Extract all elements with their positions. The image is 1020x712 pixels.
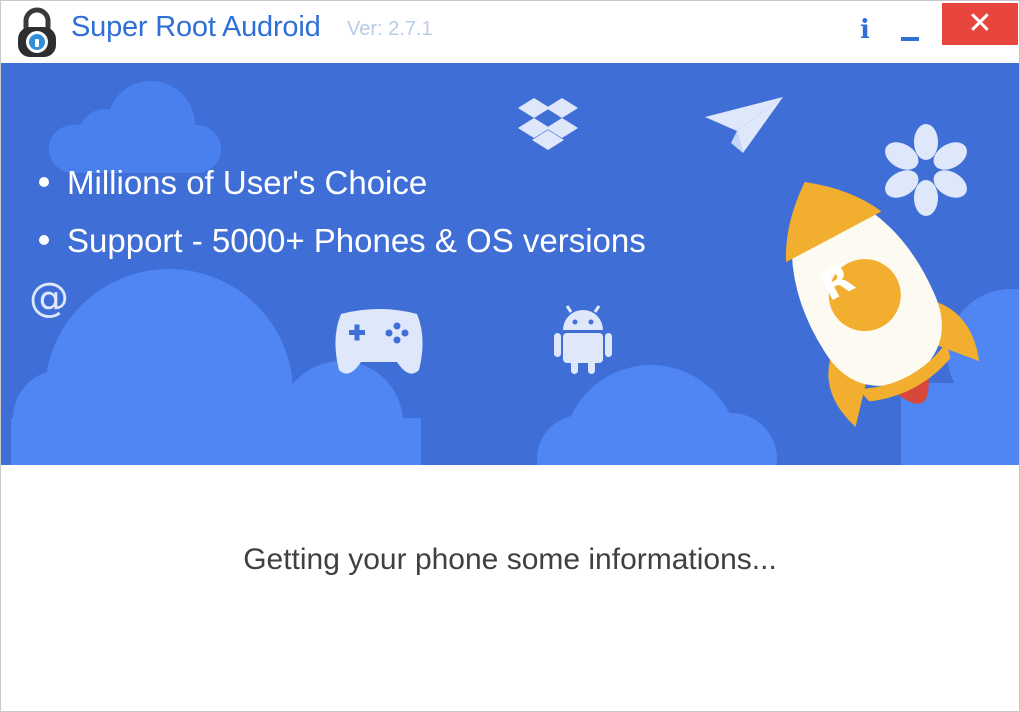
status-message: Getting your phone some informations... — [243, 543, 777, 576]
feature-banner: Millions of User's Choice Support - 5000… — [1, 63, 1019, 465]
dropbox-icon — [518, 98, 578, 150]
flower-icon — [885, 124, 967, 216]
feature-item: Millions of User's Choice — [37, 161, 646, 219]
app-version: Ver: 2.7.1 — [347, 18, 433, 40]
app-title: Super Root Audroid — [71, 11, 321, 43]
feature-item: Support - 5000+ Phones & OS versions — [37, 219, 646, 277]
info-button[interactable]: i — [851, 13, 879, 47]
paper-plane-icon — [705, 97, 783, 153]
top-left-cloud — [49, 81, 221, 173]
padlock-icon — [18, 7, 56, 57]
gamepad-icon — [335, 309, 423, 374]
minimize-button[interactable] — [895, 15, 927, 45]
bottom-left-cloud — [11, 269, 421, 465]
title-bar[interactable]: Super Root Audroid Ver: 2.7.1 i ✕ — [1, 1, 1019, 63]
feature-list: Millions of User's Choice Support - 5000… — [37, 161, 646, 277]
android-icon — [554, 305, 612, 374]
app-window: Super Root Audroid Ver: 2.7.1 i ✕ Millio… — [0, 0, 1020, 712]
minimize-icon — [901, 37, 919, 41]
bottom-center-cloud — [537, 365, 777, 465]
at-icon: @ — [29, 275, 69, 321]
close-button[interactable]: ✕ — [942, 3, 1018, 45]
